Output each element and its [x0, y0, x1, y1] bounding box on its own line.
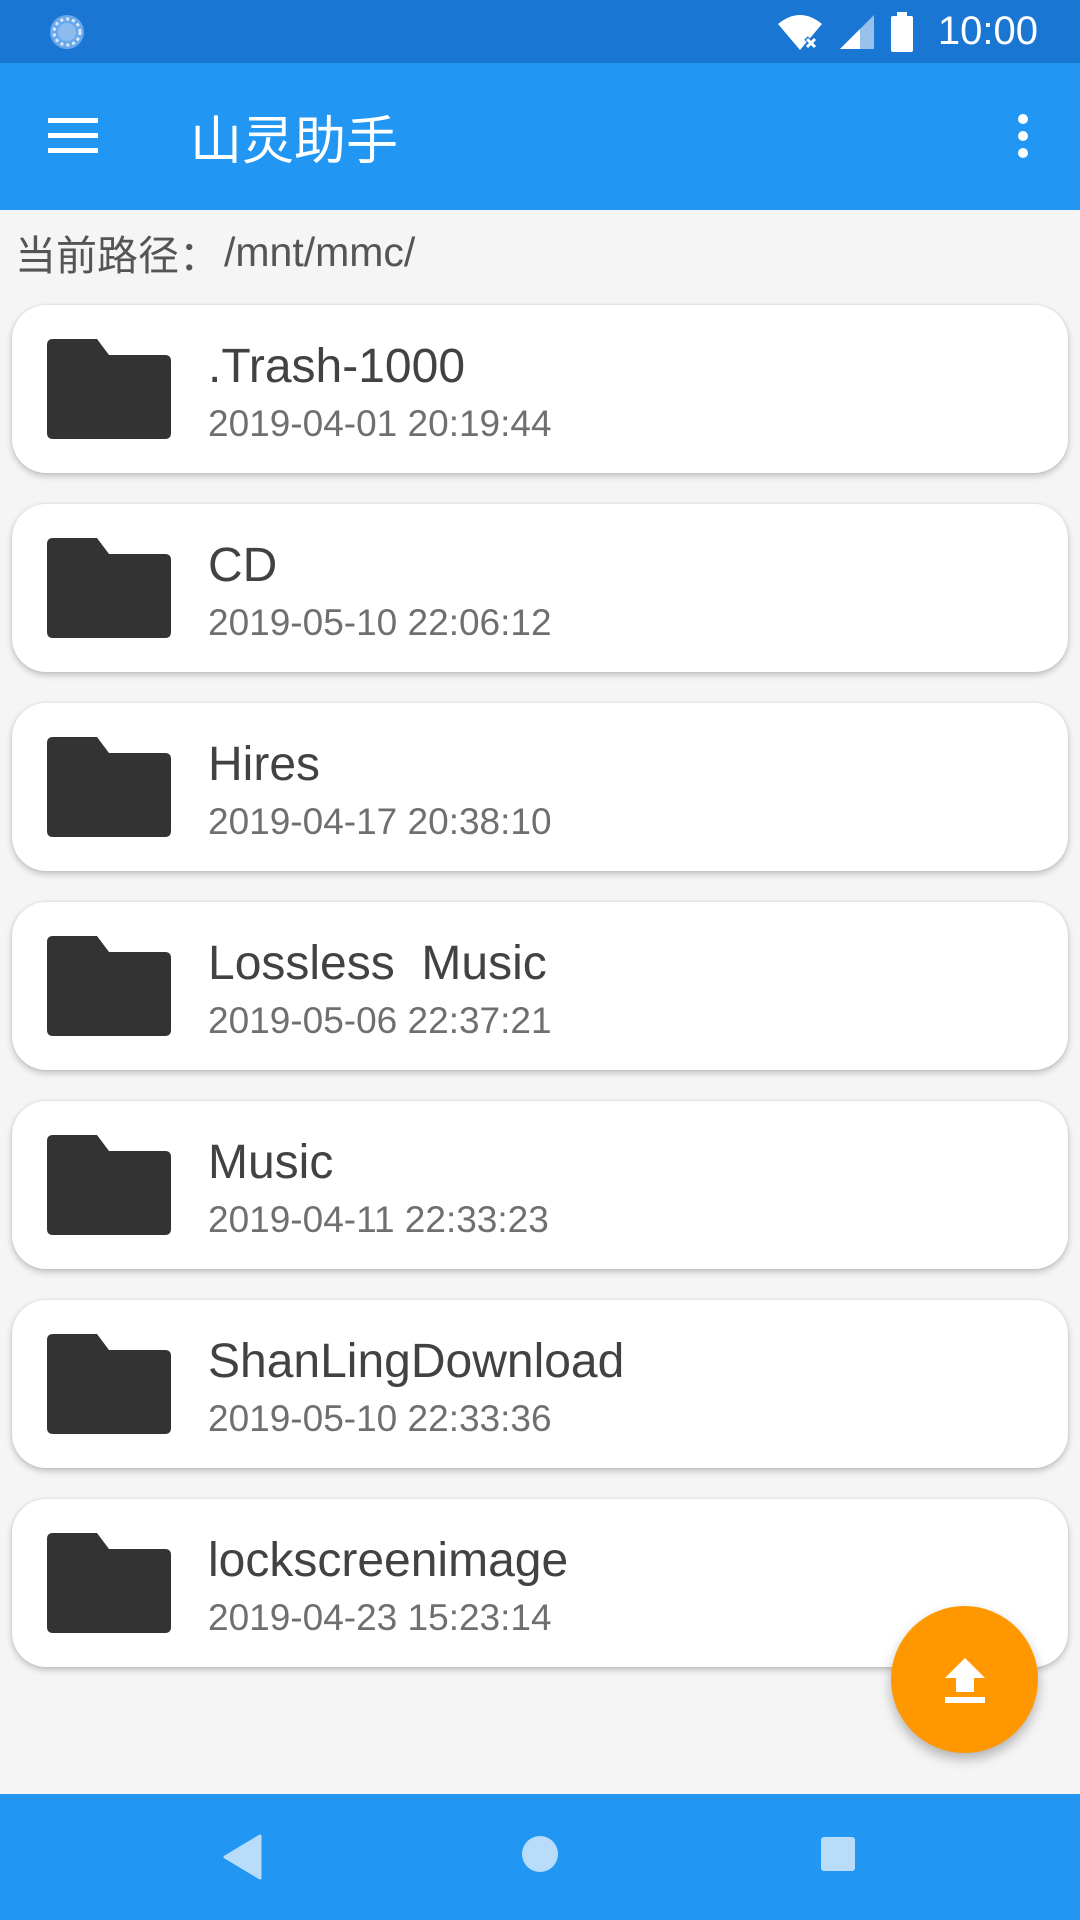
file-item[interactable]: Hires 2019-04-17 20:38:10: [12, 703, 1068, 871]
folder-icon: [47, 1533, 171, 1633]
file-date: 2019-05-06 22:37:21: [208, 1000, 552, 1041]
file-date: 2019-04-23 15:23:14: [208, 1597, 552, 1638]
file-name: lockscreenimage: [208, 1534, 569, 1587]
folder-icon: [47, 538, 171, 638]
file-item[interactable]: CD 2019-05-10 22:06:12: [12, 504, 1068, 672]
hamburger-menu-icon: [47, 118, 98, 153]
home-icon[interactable]: [520, 1834, 560, 1874]
file-list: .Trash-1000 2019-04-01 20:19:44 CD 2019-…: [12, 305, 1068, 1698]
file-date: 2019-04-01 20:19:44: [208, 403, 552, 444]
file-date: 2019-05-10 22:06:12: [208, 602, 552, 643]
file-item[interactable]: .Trash-1000 2019-04-01 20:19:44: [12, 305, 1068, 473]
folder-icon: [47, 737, 171, 837]
overflow-menu-button[interactable]: [988, 101, 1058, 171]
folder-icon: [47, 1334, 171, 1434]
app-title: 山灵助手: [190, 112, 399, 172]
file-name: CD: [208, 539, 278, 592]
wifi-off-icon: [777, 14, 822, 50]
path-label: 当前路径：: [15, 232, 220, 280]
file-name: ShanLingDownload: [208, 1335, 625, 1388]
folder-icon: [47, 1135, 171, 1235]
file-item[interactable]: Lossless Music 2019-05-06 22:37:21: [12, 902, 1068, 1070]
battery-icon: [890, 11, 913, 52]
file-date: 2019-04-11 22:33:23: [208, 1199, 549, 1240]
file-name: Music: [208, 1136, 334, 1189]
cellular-signal-icon: [839, 14, 874, 49]
file-name: .Trash-1000: [208, 340, 466, 393]
back-icon[interactable]: [222, 1834, 262, 1880]
status-time: 10:00: [937, 9, 1038, 53]
folder-icon: [47, 339, 171, 439]
loading-spinner-icon: [50, 15, 84, 49]
file-item[interactable]: ShanLingDownload 2019-05-10 22:33:36: [12, 1300, 1068, 1468]
file-date: 2019-04-17 20:38:10: [208, 801, 552, 842]
more-vert-icon: [1018, 114, 1028, 158]
file-name: Lossless Music: [208, 937, 547, 990]
recents-icon[interactable]: [820, 1836, 856, 1872]
path-value: /mnt/mmc/: [224, 228, 416, 275]
menu-button[interactable]: [30, 101, 115, 171]
system-nav-bar: [0, 1794, 1080, 1920]
folder-icon: [47, 936, 171, 1036]
file-name: Hires: [208, 738, 321, 791]
status-icons: 10:00: [776, 0, 1038, 63]
status-bar: 10:00: [0, 0, 1080, 63]
file-date: 2019-05-10 22:33:36: [208, 1398, 552, 1439]
file-item[interactable]: Music 2019-04-11 22:33:23: [12, 1101, 1068, 1269]
upload-fab[interactable]: [891, 1606, 1038, 1753]
upload-icon: [944, 1657, 985, 1703]
current-path: 当前路径： /mnt/mmc/: [15, 222, 415, 282]
app-bar: 山灵助手: [0, 63, 1080, 210]
